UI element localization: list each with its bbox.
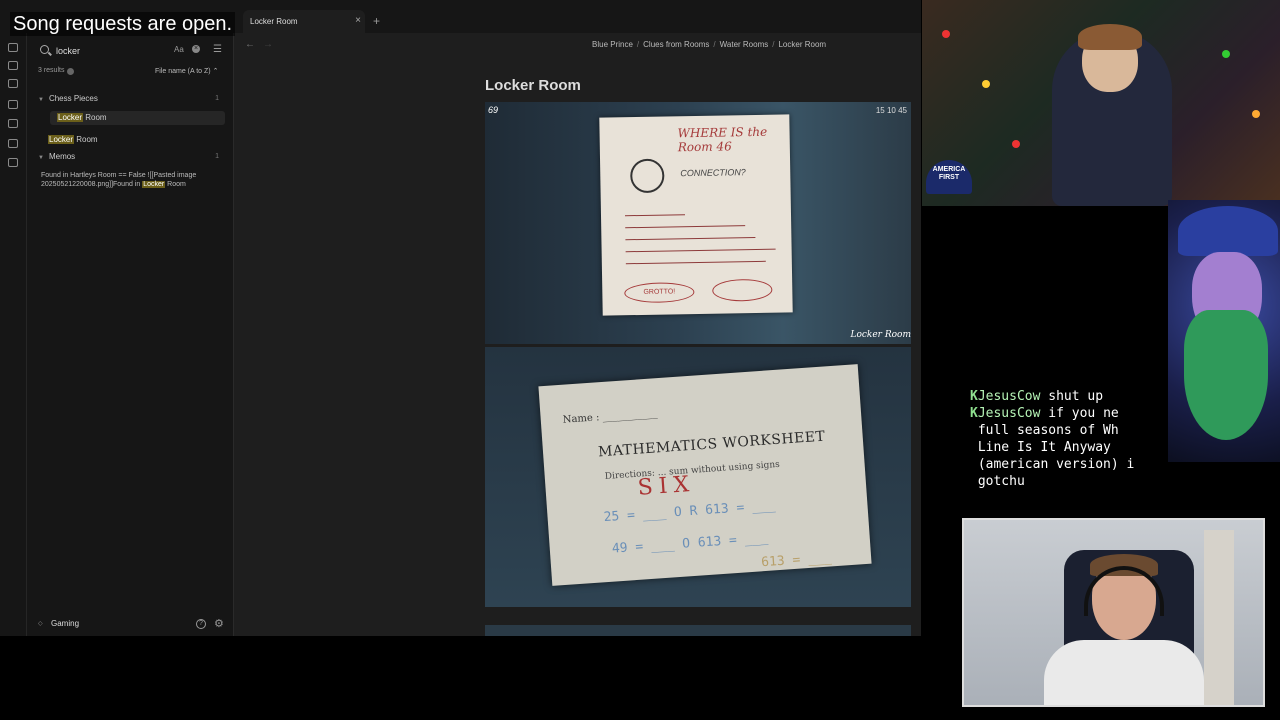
calendar-icon[interactable] — [8, 119, 18, 128]
moon-drawing-icon — [630, 158, 665, 194]
chat-badge-icon: K — [970, 389, 978, 404]
chat-message-cont: (american version) i — [970, 457, 1135, 472]
search-sidebar: Aa × ☰ 3 results File name (A to Z) ⌃ ▼ C… — [27, 33, 234, 636]
result-group-chess-pieces[interactable]: ▼ Chess Pieces — [38, 94, 98, 103]
song-request-banner: Song requests are open. — [10, 12, 236, 36]
templates-icon[interactable] — [8, 139, 18, 148]
chevron-icon: ◇ — [38, 621, 43, 627]
back-arrow-icon[interactable]: ← — [245, 39, 255, 50]
result-group-memos[interactable]: ▼ Memos — [38, 152, 75, 161]
vault-switcher[interactable]: Gaming — [51, 619, 79, 628]
image-caption: Locker Room — [850, 330, 911, 340]
hat-text: AMERICA FIRST — [932, 166, 966, 181]
search-settings-icon[interactable]: ☰ — [213, 44, 222, 55]
memo-result-snippet[interactable]: Found in Hartleys Room == False ![[Paste… — [41, 171, 221, 189]
chat-username: JesusCow — [977, 406, 1041, 421]
locker-note-image: 69 15 10 45 WHERE IS the Room 46 CONNECT… — [485, 102, 911, 344]
gear-icon[interactable]: ⚙ — [214, 617, 224, 630]
guest-shirt — [1044, 640, 1204, 705]
light-decoration — [942, 30, 950, 38]
light-decoration — [1252, 110, 1260, 118]
chat-message: KJesusCow if you ne — [970, 406, 1119, 421]
search-icon — [40, 45, 49, 54]
breadcrumb: Blue Prince / Clues from Rooms / Water Rooms… — [592, 40, 827, 49]
steps-counter: 69 — [488, 105, 499, 115]
group-count: 1 — [215, 95, 219, 102]
grotto-circle: GROTTO! — [624, 282, 695, 304]
note-line — [624, 214, 686, 217]
worksheet-equation: 613 = ___ — [760, 550, 833, 571]
breadcrumb-item[interactable]: Blue Prince — [592, 40, 633, 49]
group-count: 1 — [215, 153, 219, 160]
worksheet-equation: 49 = ___ O 613 = ___ — [611, 530, 769, 557]
breadcrumb-item[interactable]: Water Rooms — [720, 40, 769, 49]
help-icon[interactable]: ? — [196, 619, 206, 629]
search-icon[interactable] — [8, 61, 18, 70]
fish-drawing-icon — [712, 278, 773, 302]
note-heading: WHERE IS the Room 46 — [677, 124, 768, 155]
group-label: Chess Pieces — [48, 94, 98, 103]
light-decoration — [982, 80, 990, 88]
forward-arrow-icon[interactable]: → — [263, 39, 273, 50]
editor-pane: ← → Blue Prince / Clues from Rooms / Water R… — [235, 33, 921, 636]
group-label: Memos — [48, 152, 76, 161]
results-count: 3 results — [38, 67, 65, 74]
tab-label: Locker Room — [250, 17, 298, 26]
match-highlight: Locker — [57, 113, 84, 122]
chevron-down-icon: ▼ — [38, 97, 44, 103]
chat-message-cont: full seasons of Wh — [970, 423, 1119, 438]
chat-username: JesusCow — [977, 389, 1041, 404]
worksheet-equation: 25 = ___ O R 613 = ___ — [603, 498, 777, 526]
math-worksheet-image: Name : ___________ MATHEMATICS WORKSHEET… — [485, 347, 911, 607]
avatar-hat — [1178, 206, 1278, 256]
light-decoration — [1012, 140, 1020, 148]
clear-search-icon[interactable]: × — [192, 45, 200, 53]
terminal-icon[interactable] — [8, 158, 18, 167]
chat-message-cont: Line Is It Anyway — [970, 440, 1111, 455]
breadcrumb-item[interactable]: Clues from Rooms — [643, 40, 709, 49]
result-item[interactable]: Locker Room — [57, 113, 107, 122]
next-image-preview — [485, 625, 911, 636]
note-line — [625, 236, 756, 241]
match-highlight: Locker — [142, 181, 166, 188]
note-connection: CONNECTION? — [680, 167, 746, 179]
resource-counter: 15 10 45 — [875, 106, 907, 115]
new-tab-button[interactable]: + — [373, 14, 380, 28]
worksheet-six: SIX — [636, 471, 696, 501]
wizard-avatar — [1168, 200, 1280, 462]
result-file-locker-room[interactable]: Locker Room — [48, 135, 98, 144]
note-title: Locker Room — [485, 77, 581, 94]
chat-message-cont: gotchu — [970, 474, 1025, 489]
search-input[interactable] — [56, 44, 176, 58]
breadcrumb-item[interactable]: Locker Room — [778, 40, 826, 49]
light-decoration — [1222, 50, 1230, 58]
match-highlight: Locker — [48, 135, 75, 144]
chevron-down-icon: ▼ — [38, 155, 44, 161]
chat-badge-icon: K — [970, 406, 978, 421]
worksheet-name: Name : ___________ — [562, 408, 658, 426]
canvas-icon[interactable] — [8, 100, 18, 109]
obsidian-window: Locker Room × + Song requests are open. … — [0, 0, 921, 636]
ribbon — [0, 33, 27, 636]
worksheet-title: MATHEMATICS WORKSHEET — [597, 428, 826, 461]
match-case-button[interactable]: Aa — [174, 45, 184, 54]
note-line — [625, 248, 776, 253]
door-background — [1204, 530, 1234, 705]
note-line — [625, 225, 746, 229]
streamer-hair — [1078, 24, 1142, 50]
graph-icon[interactable] — [8, 79, 18, 88]
tab-locker-room[interactable]: Locker Room × — [243, 10, 365, 33]
guest-webcam — [962, 518, 1265, 707]
info-icon[interactable] — [67, 68, 74, 75]
streamer-webcam: AMERICA FIRST — [922, 0, 1280, 206]
worksheet-paper: Name : ___________ MATHEMATICS WORKSHEET… — [538, 364, 872, 586]
note-line — [625, 260, 766, 265]
files-icon[interactable] — [8, 43, 18, 52]
chat-overlay: KJesusCow shut up KJesusCow if you ne fu… — [970, 388, 1170, 498]
avatar-beard — [1184, 310, 1268, 440]
chat-message: KJesusCow shut up — [970, 389, 1104, 404]
sort-select[interactable]: File name (A to Z) ⌃ — [155, 67, 218, 75]
handwritten-note: WHERE IS the Room 46 CONNECTION? GROTTO! — [599, 114, 793, 316]
close-icon[interactable]: × — [355, 15, 361, 26]
